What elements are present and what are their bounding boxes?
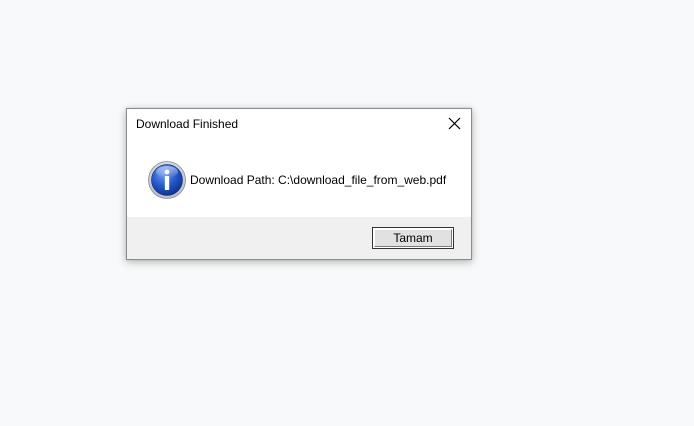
dialog-titlebar[interactable]: Download Finished xyxy=(127,109,471,139)
dialog-content: Download Path: C:\download_file_from_web… xyxy=(127,139,471,217)
ok-button[interactable]: Tamam xyxy=(372,227,454,249)
ok-button-label: Tamam xyxy=(393,231,433,245)
download-finished-dialog: Download Finished Download Path: C:\down… xyxy=(126,108,472,260)
desktop-background: Download Finished Download Path: C:\down… xyxy=(0,0,694,426)
dialog-footer: Tamam xyxy=(127,217,471,259)
close-icon xyxy=(448,117,461,130)
close-button[interactable] xyxy=(439,109,471,139)
info-icon xyxy=(148,161,186,199)
download-path-message: Download Path: C:\download_file_from_web… xyxy=(190,173,447,187)
dialog-title: Download Finished xyxy=(136,117,239,131)
